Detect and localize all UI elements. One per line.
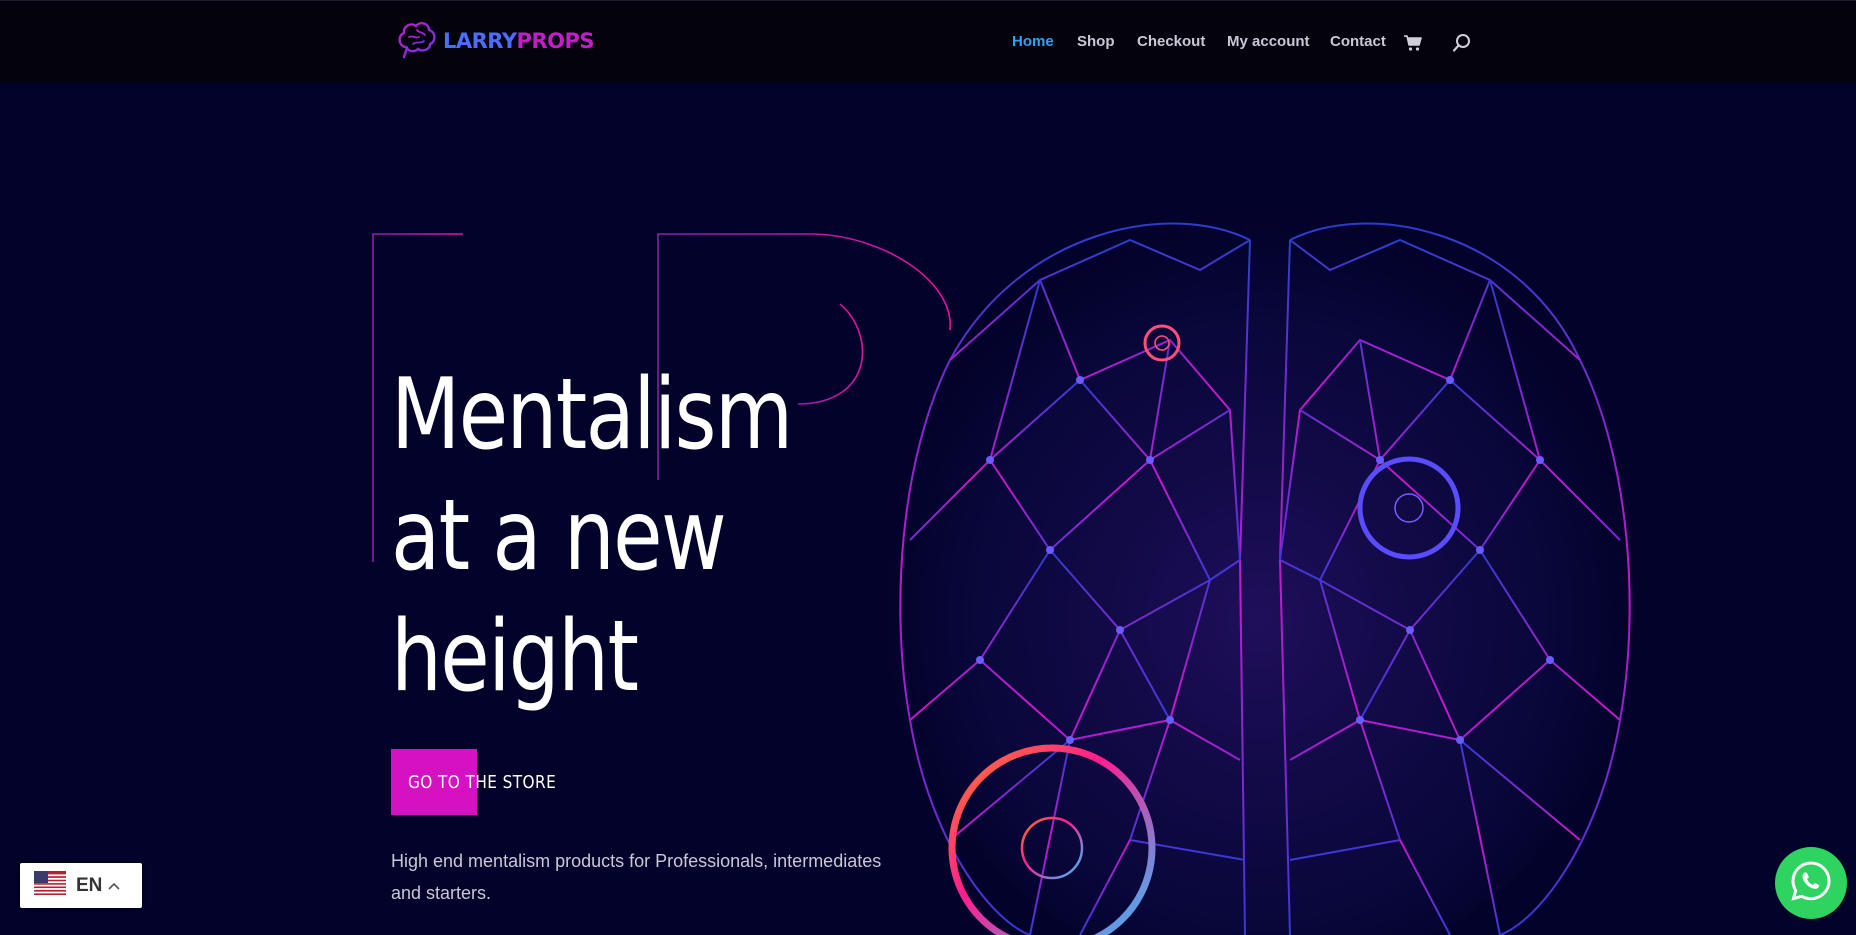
hero-subtitle: High end mentalism products for Professi… — [391, 851, 882, 903]
us-flag-icon — [34, 871, 66, 900]
whatsapp-button[interactable] — [1775, 847, 1847, 919]
language-switcher[interactable]: EN — [20, 863, 142, 908]
go-to-store-button[interactable]: GO TO THE STORE — [391, 749, 585, 815]
headline-line-1: Mentalism — [391, 358, 793, 472]
whatsapp-icon — [1789, 859, 1833, 908]
hero-headline: Mentalism at a new height — [391, 355, 793, 718]
headline-line-3: height — [391, 600, 639, 714]
neural-brain-graphic — [880, 180, 1640, 935]
headline-line-2: at a new — [391, 479, 727, 593]
cta-label: GO TO THE STORE — [408, 771, 557, 793]
language-code: EN — [76, 874, 103, 896]
chevron-up-icon — [108, 877, 120, 895]
